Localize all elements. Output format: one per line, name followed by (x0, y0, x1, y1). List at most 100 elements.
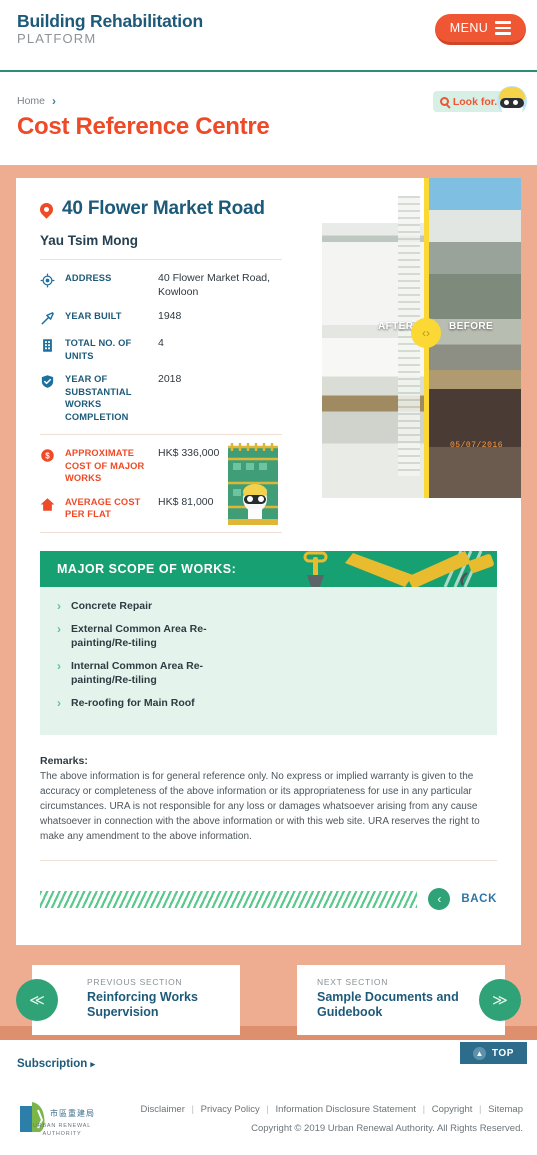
brand-subtitle: PLATFORM (17, 31, 97, 46)
separator: | (479, 1104, 482, 1115)
property-name: 40 Flower Market Road (62, 198, 265, 219)
footer-link-privacy[interactable]: Privacy Policy (201, 1104, 260, 1115)
spec-value: 1948 (158, 310, 182, 322)
spec-label: YEAR BUILT (65, 311, 122, 321)
spec-row-completion: YEAR OF SUBSTANTIAL WORKS COMPLETION 201… (40, 373, 282, 423)
separator: | (422, 1104, 426, 1115)
separator: | (191, 1104, 194, 1115)
back-to-top-button[interactable]: ▲ TOP (460, 1042, 527, 1064)
chevron-left-icon[interactable]: ‹ (428, 888, 451, 910)
before-label: BEFORE (449, 321, 494, 332)
remarks-heading: Remarks: (40, 754, 88, 767)
svg-text:$: $ (45, 452, 50, 461)
major-scope-panel: MAJOR SCOPE OF WORKS: › Concrete Repair … (40, 550, 497, 735)
spec-value: 4 (158, 337, 164, 349)
scope-item[interactable]: › Re-roofing for Main Roof (57, 696, 497, 711)
photo-date-stamp: 05/07/2016 (449, 441, 503, 450)
double-chevron-left-icon[interactable]: ≪ (16, 979, 58, 1021)
footer-links: Disclaimer | Privacy Policy | Informatio… (141, 1104, 523, 1115)
spec-value: 2018 (158, 373, 182, 385)
chevron-right-icon: › (52, 94, 57, 108)
spec-row-year-built: YEAR BUILT 1948 (40, 310, 282, 326)
scope-item[interactable]: › External Common Area Re-painting/Re-ti… (57, 622, 497, 651)
footer-link-disclosure[interactable]: Information Disclosure Statement (276, 1104, 416, 1115)
menu-button[interactable]: MENU (435, 14, 526, 45)
divider (40, 434, 282, 435)
search-button[interactable]: Look for... (432, 86, 527, 116)
chevron-right-icon: › (57, 695, 61, 710)
before-after-slider[interactable]: AFTER BEFORE 05/07/2016 ‹› (322, 178, 521, 498)
brand-logo[interactable]: Building Rehabilitation PLATFORM (17, 11, 203, 47)
next-section-kicker: NEXT SECTION (317, 977, 389, 987)
major-scope-list: › Concrete Repair › External Common Area… (40, 587, 497, 735)
building-icon (40, 337, 65, 362)
chevron-right-icon: › (57, 598, 61, 613)
chevron-right-icon: › (57, 621, 61, 636)
menu-button-label: MENU (449, 21, 489, 35)
tools-illustration (303, 550, 494, 587)
subscription-label: Subscription (17, 1058, 88, 1070)
helper-bot-avatar[interactable] (497, 86, 527, 116)
cost-section: $ APPROXIMATE COST OF MAJOR WORKS HK$ 33… (40, 443, 282, 525)
brand-title: Building Rehabilitation (17, 11, 203, 31)
cost-value: HK$ 336,000 (158, 447, 220, 459)
cost-label: APPROXIMATE COST OF MAJOR WORKS (65, 448, 145, 483)
property-specs: ADDRESS 40 Flower Market Road, Kowloon Y… (16, 259, 306, 533)
footer-link-disclaimer[interactable]: Disclaimer (141, 1104, 185, 1115)
arrow-right-icon: ▸ (90, 1059, 96, 1069)
target-icon (40, 272, 65, 299)
spec-row-units: TOTAL NO. OF UNITS 4 (40, 337, 282, 362)
previous-section-card[interactable]: PREVIOUS SECTION Reinforcing Works Super… (32, 965, 240, 1035)
remarks-body: The above information is for general ref… (40, 770, 480, 843)
hatched-divider (40, 890, 418, 908)
previous-section-kicker: PREVIOUS SECTION (87, 977, 183, 987)
chevron-up-icon: ▲ (472, 1046, 486, 1060)
hamburger-icon (495, 21, 512, 35)
cost-value: HK$ 81,000 (158, 495, 214, 508)
spec-label: TOTAL NO. OF UNITS (65, 338, 132, 361)
section-navigation: PREVIOUS SECTION Reinforcing Works Super… (0, 965, 537, 1035)
scope-item[interactable]: › Internal Common Area Re-painting/Re-ti… (57, 659, 497, 688)
spec-label: YEAR OF SUBSTANTIAL WORKS COMPLETION (65, 374, 132, 422)
footer-link-sitemap[interactable]: Sitemap (488, 1104, 523, 1115)
cost-label: AVERAGE COST PER FLAT (65, 496, 141, 520)
scope-item-label: External Common Area Re-painting/Re-tili… (71, 622, 207, 650)
ura-logo-english: URBAN RENEWAL AUTHORITY (32, 1123, 92, 1137)
before-photo (429, 178, 521, 498)
map-pin-icon (37, 199, 56, 219)
search-label: Look for... (452, 95, 503, 108)
dollar-icon: $ (40, 447, 65, 485)
spec-row-address: ADDRESS 40 Flower Market Road, Kowloon (40, 272, 282, 299)
footer-link-copyright[interactable]: Copyright (432, 1104, 473, 1115)
property-detail-card: AFTER BEFORE 05/07/2016 ‹› 40 Flower Mar… (16, 178, 521, 945)
scope-item-label: Re-roofing for Main Roof (71, 696, 195, 709)
remarks-section: Remarks: The above information is for ge… (40, 755, 497, 845)
spec-value: 40 Flower Market Road, Kowloon (158, 272, 271, 298)
scope-item[interactable]: › Concrete Repair (57, 599, 497, 614)
after-label: AFTER (378, 321, 414, 332)
scope-item-label: Internal Common Area Re-painting/Re-tili… (71, 659, 204, 687)
breadcrumb: Home › (17, 94, 56, 108)
double-chevron-right-icon[interactable]: ≫ (479, 979, 521, 1021)
search-icon (439, 97, 449, 106)
divider (40, 531, 282, 533)
site-footer: Subscription ▸ 市區重建局 URBAN RENEWAL AUTHO… (0, 1040, 537, 1155)
divider (40, 259, 282, 260)
page-root: Building Rehabilitation PLATFORM MENU Ho… (0, 0, 537, 1155)
chevron-right-icon: › (57, 658, 61, 673)
next-section-card[interactable]: NEXT SECTION Sample Documents and Guideb… (297, 965, 505, 1035)
ura-logo-chinese: 市區重建局 (50, 1109, 95, 1118)
previous-section-title: Reinforcing Works Supervision (87, 990, 198, 1019)
home-icon (40, 496, 65, 521)
divider (40, 860, 497, 861)
shield-check-icon (40, 373, 65, 423)
slider-handle-icon[interactable]: ‹› (411, 318, 441, 348)
spec-label: ADDRESS (65, 273, 112, 283)
breadcrumb-home[interactable]: Home (17, 95, 45, 107)
footer-copyright: Copyright © 2019 Urban Renewal Authority… (251, 1123, 523, 1134)
major-scope-header: MAJOR SCOPE OF WORKS: (40, 550, 497, 587)
subscription-link[interactable]: Subscription ▸ (17, 1058, 95, 1070)
back-to-top-label: TOP (491, 1047, 515, 1059)
back-button[interactable]: BACK (461, 893, 497, 905)
site-header: Building Rehabilitation PLATFORM MENU (0, 0, 537, 72)
